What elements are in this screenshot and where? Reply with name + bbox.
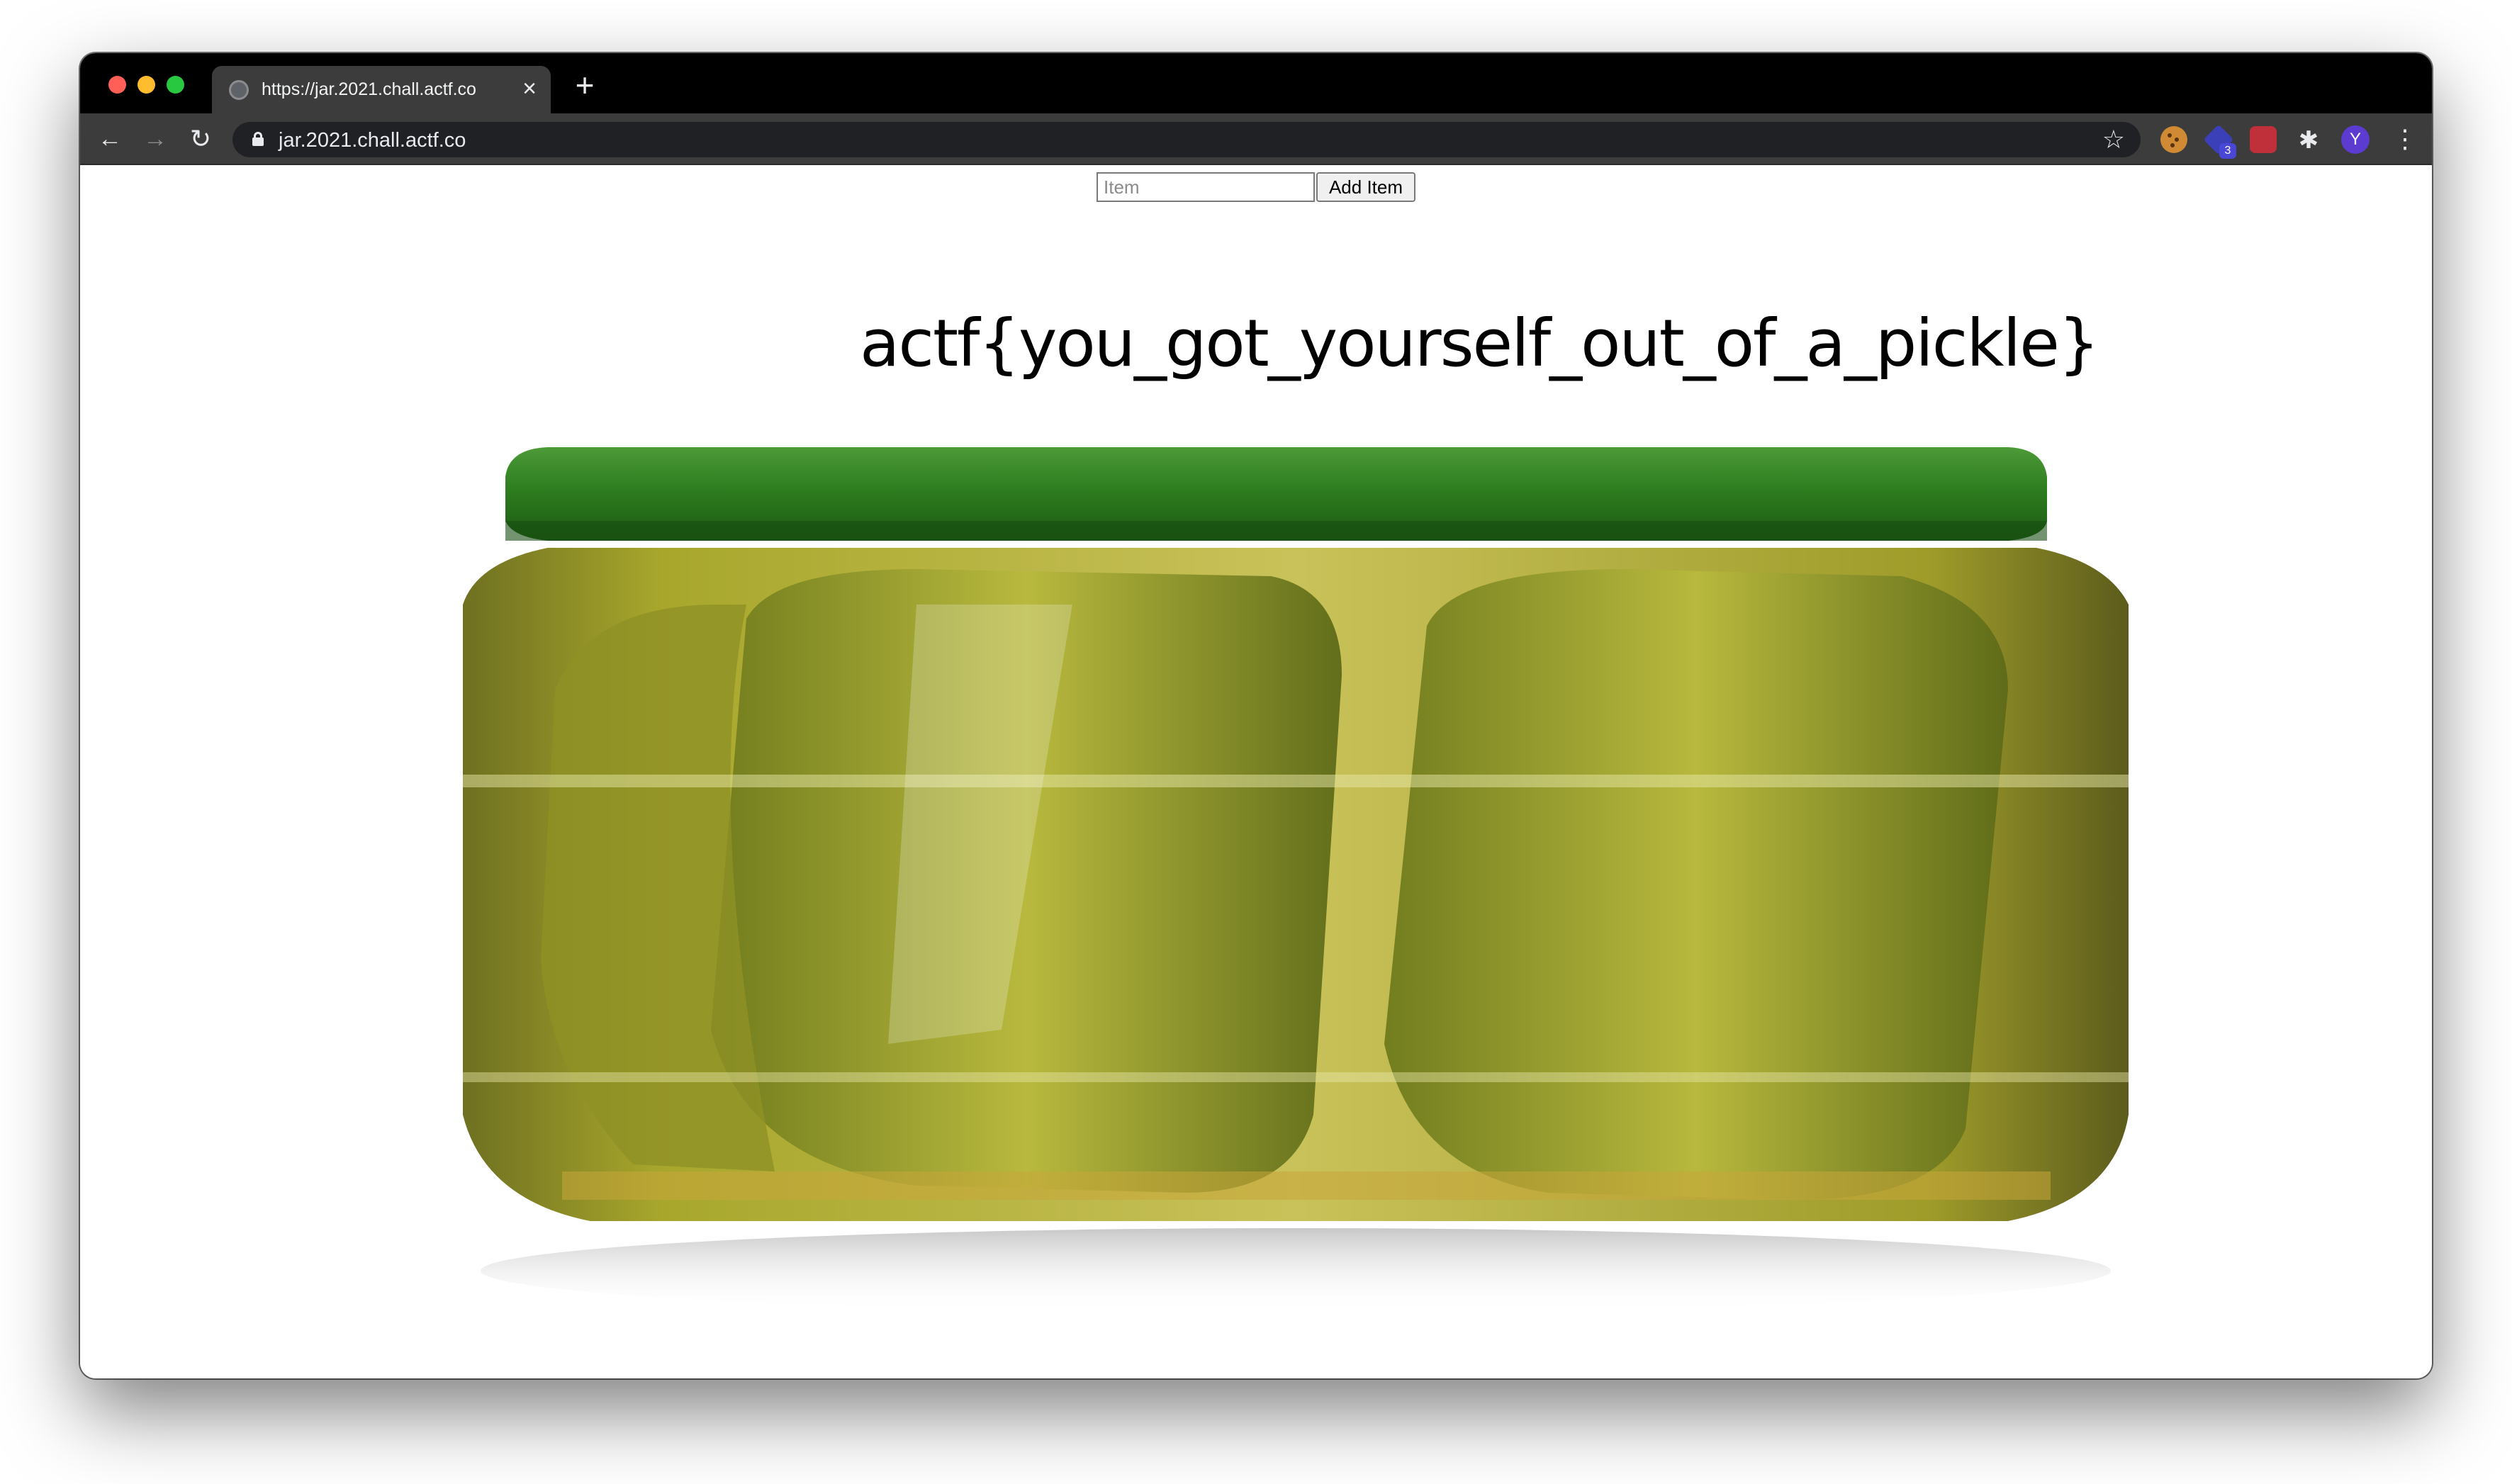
- maximize-window-button[interactable]: [167, 76, 184, 94]
- extension-badge: 3: [2219, 143, 2236, 159]
- lock-icon[interactable]: [252, 132, 264, 146]
- address-bar[interactable]: jar.2021.chall.actf.co ☆: [232, 122, 2141, 157]
- browser-menu-icon[interactable]: ⋮: [2392, 123, 2418, 154]
- profile-avatar[interactable]: Y: [2341, 125, 2370, 154]
- address-text[interactable]: jar.2021.chall.actf.co: [279, 129, 466, 152]
- browser-tab[interactable]: https://jar.2021.chall.actf.co ×: [212, 66, 551, 113]
- puzzle-icon[interactable]: ✱: [2293, 125, 2324, 156]
- new-tab-button[interactable]: +: [569, 69, 600, 102]
- title-bar: https://jar.2021.chall.actf.co × +: [80, 53, 2432, 113]
- globe-icon: [229, 80, 249, 100]
- minimize-window-button[interactable]: [138, 76, 155, 94]
- forward-arrow-icon[interactable]: →: [140, 123, 171, 154]
- tab-title: https://jar.2021.chall.actf.co: [262, 79, 476, 99]
- tab-close-icon[interactable]: ×: [515, 74, 544, 103]
- pickle-jar-image: [463, 447, 2129, 1313]
- item-input[interactable]: [1097, 172, 1315, 202]
- reload-icon[interactable]: ↻: [185, 123, 216, 154]
- cookie-extension-icon[interactable]: [2160, 126, 2187, 153]
- browser-window: https://jar.2021.chall.actf.co × + ← → ↻…: [80, 53, 2432, 1378]
- close-window-button[interactable]: [108, 76, 126, 94]
- red-extension-icon[interactable]: [2250, 126, 2277, 153]
- page-content: Add Item: [80, 165, 2432, 1378]
- back-arrow-icon[interactable]: ←: [94, 123, 125, 154]
- browser-toolbar: ← → ↻ jar.2021.chall.actf.co ☆ 3 ✱ Y ⋮: [80, 113, 2432, 165]
- add-item-button[interactable]: Add Item: [1316, 172, 1415, 202]
- bookmark-star-icon[interactable]: ☆: [2102, 125, 2125, 154]
- flag-text: actf{you_got_yourself_out_of_a_pickle}: [860, 305, 2099, 381]
